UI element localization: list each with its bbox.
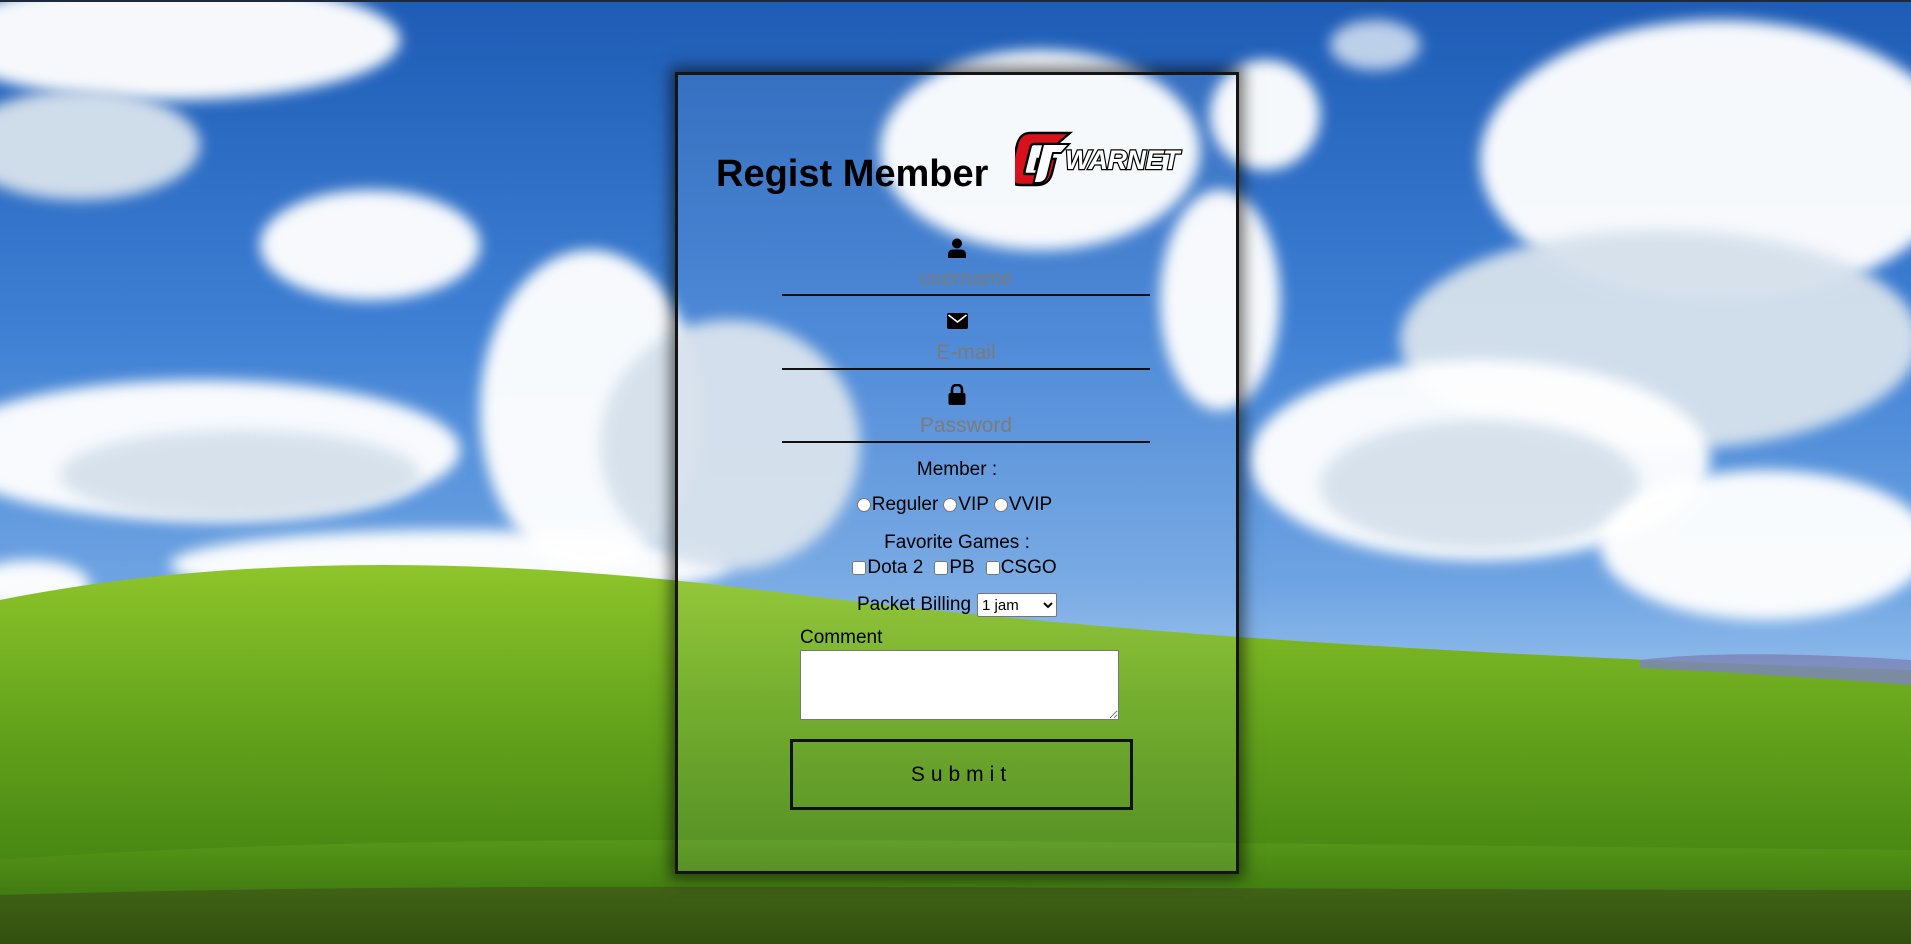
comment-textarea[interactable]: [800, 650, 1119, 720]
checkbox-pb[interactable]: [934, 561, 949, 575]
member-radio-group: Reguler VIP VVIP: [678, 493, 1236, 517]
packet-billing-row: Packet Billing 1 jam: [678, 592, 1236, 618]
radio-vvip[interactable]: [993, 498, 1008, 512]
member-option-reguler[interactable]: Reguler: [856, 494, 941, 516]
packet-billing-label: Packet Billing: [856, 594, 972, 615]
game-option-pb[interactable]: PB: [934, 557, 976, 579]
packet-billing-select[interactable]: 1 jam: [977, 593, 1058, 617]
password-input[interactable]: [782, 411, 1150, 443]
game-option-dota2[interactable]: Dota 2: [852, 557, 925, 579]
member-label: Member :: [916, 459, 998, 480]
member-option-vip[interactable]: VIP: [943, 494, 991, 516]
favorite-games-label: Favorite Games :: [884, 532, 1030, 553]
email-input[interactable]: [782, 338, 1150, 370]
checkbox-dota2[interactable]: [852, 561, 867, 575]
lock-icon: [678, 384, 1236, 410]
envelope-icon: [678, 313, 1236, 334]
svg-text:WARNET: WARNET: [1065, 145, 1182, 175]
registration-form-panel: Regist Member WARNET Member :: [675, 72, 1239, 874]
page-title: Regist Member: [716, 153, 989, 195]
username-input[interactable]: [782, 264, 1150, 296]
submit-button[interactable]: Submit: [790, 739, 1133, 810]
games-checkbox-group: Dota 2 PB CSGO: [678, 556, 1236, 580]
warnet-logo: WARNET: [1015, 131, 1184, 187]
game-option-csgo[interactable]: CSGO: [985, 557, 1059, 579]
comment-label: Comment: [800, 627, 883, 648]
radio-vip[interactable]: [943, 498, 958, 512]
radio-reguler[interactable]: [856, 498, 871, 512]
member-option-vvip[interactable]: VVIP: [993, 494, 1054, 516]
checkbox-csgo[interactable]: [985, 561, 1000, 575]
user-icon: [678, 238, 1236, 263]
